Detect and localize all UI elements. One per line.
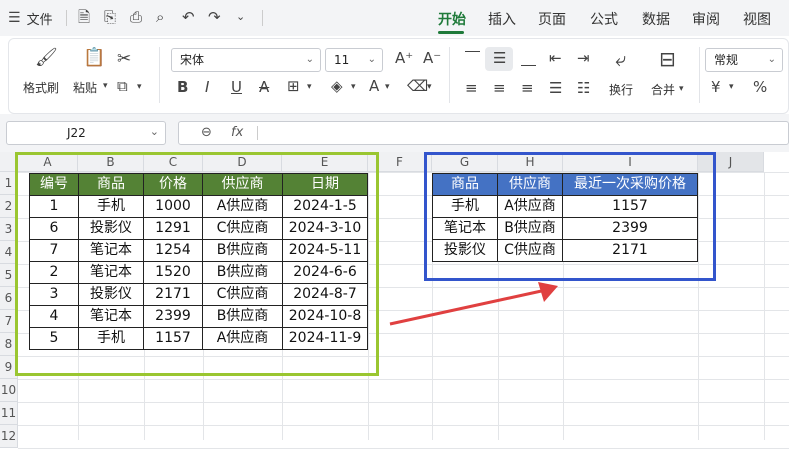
red-arrow bbox=[389, 282, 558, 326]
chevron-down-icon: ▾ bbox=[103, 81, 108, 91]
increase-font-icon[interactable]: A⁺ bbox=[395, 51, 413, 66]
clear-format-icon[interactable]: ⌫ bbox=[407, 79, 428, 94]
chevron-down-icon: ▾ bbox=[679, 84, 684, 94]
file-menu-button[interactable]: ☰ 文件 bbox=[8, 8, 53, 28]
tab-formulas[interactable]: 公式 bbox=[590, 9, 618, 29]
chevron-down-icon[interactable]: ▾ bbox=[385, 83, 390, 92]
wrap-text-icon: ⤶ bbox=[615, 47, 627, 71]
font-name-select[interactable]: 宋体 ⌄ bbox=[171, 48, 321, 72]
save-icon[interactable]: 🗎 bbox=[78, 10, 90, 25]
undo-icon[interactable]: ↶ bbox=[182, 10, 195, 25]
fill-color-icon[interactable]: ◈ bbox=[331, 79, 343, 94]
ribbon-toolbar: 🖌 格式刷 📋 粘贴 ▾ ✂ ⧉ ▾ 宋体 ⌄ 11 ⌄ A⁺ A⁻ B I U… bbox=[8, 38, 789, 114]
row-header-12[interactable]: 12 bbox=[0, 425, 18, 448]
percent-icon[interactable]: % bbox=[753, 80, 767, 95]
file-menu-label: 文件 bbox=[26, 12, 53, 28]
cut-icon[interactable]: ✂ bbox=[117, 51, 131, 68]
chevron-down-icon: ⌄ bbox=[305, 54, 314, 65]
strikethrough-icon[interactable]: A bbox=[259, 80, 269, 95]
tab-data[interactable]: 数据 bbox=[642, 9, 670, 29]
fx-icon[interactable]: fx bbox=[231, 125, 243, 140]
highlight-frame-green bbox=[15, 152, 379, 376]
tab-review[interactable]: 审阅 bbox=[692, 9, 720, 29]
row-header-11[interactable]: 11 bbox=[0, 402, 18, 425]
paste-button[interactable]: 📋 粘贴 ▾ bbox=[71, 45, 115, 103]
wrap-text-label: 换行 bbox=[609, 83, 634, 97]
highlight-frame-blue bbox=[424, 152, 716, 281]
distributed-align-icon[interactable]: ☷ bbox=[577, 81, 590, 96]
chevron-down-icon[interactable]: ▾ bbox=[427, 83, 432, 92]
brush-icon: 🖌 bbox=[35, 47, 58, 68]
number-format-select[interactable]: 常规 ⌄ bbox=[705, 48, 783, 72]
italic-icon[interactable]: I bbox=[205, 80, 209, 95]
chevron-down-icon: ⌄ bbox=[367, 54, 376, 65]
underline-icon[interactable]: U bbox=[231, 80, 242, 95]
tab-view[interactable]: 视图 bbox=[743, 9, 771, 29]
divider bbox=[159, 47, 160, 103]
formula-bar: J22 ⌄ ⊖ fx bbox=[0, 114, 789, 152]
merge-cells-label: 合并 bbox=[651, 83, 676, 97]
divider bbox=[449, 47, 450, 103]
format-painter-label: 格式刷 bbox=[23, 81, 60, 95]
align-top-icon[interactable]: ⎺ bbox=[465, 51, 480, 66]
tab-home[interactable]: 开始 bbox=[438, 9, 466, 29]
chevron-down-icon[interactable]: ▾ bbox=[307, 83, 312, 92]
clipboard-icon: 📋 bbox=[83, 47, 106, 68]
tab-page[interactable]: 页面 bbox=[538, 9, 566, 29]
print-preview-icon[interactable]: ⌕ bbox=[156, 10, 164, 25]
row-header-10[interactable]: 10 bbox=[0, 379, 18, 402]
tab-insert[interactable]: 插入 bbox=[488, 9, 516, 29]
grid-line bbox=[18, 379, 789, 380]
align-left-icon[interactable]: ≡ bbox=[465, 81, 478, 96]
divider bbox=[262, 10, 263, 26]
copy-icon[interactable]: ⧉ bbox=[117, 79, 128, 94]
indent-increase-icon[interactable]: ⇥ bbox=[577, 51, 590, 66]
export-pdf-icon[interactable]: ⎘ bbox=[104, 10, 116, 25]
merge-cells-icon: ⊟ bbox=[659, 47, 676, 71]
name-box[interactable]: J22 ⌄ bbox=[6, 121, 166, 145]
zoom-icon[interactable]: ⊖ bbox=[201, 125, 212, 140]
align-bottom-icon[interactable]: ⎽ bbox=[521, 51, 536, 66]
decrease-font-icon[interactable]: A⁻ bbox=[423, 51, 441, 66]
redo-icon[interactable]: ↷ bbox=[208, 10, 221, 25]
chevron-down-icon: ⌄ bbox=[767, 54, 776, 65]
align-center-icon[interactable]: ≡ bbox=[493, 81, 506, 96]
number-format-value: 常规 bbox=[714, 53, 739, 67]
chevron-down-icon[interactable]: ▾ bbox=[351, 83, 356, 92]
grid-line bbox=[764, 172, 765, 440]
divider bbox=[699, 47, 700, 103]
arrow-head bbox=[538, 282, 558, 302]
grid-line bbox=[18, 402, 789, 403]
paste-label: 粘贴 bbox=[73, 81, 98, 95]
chevron-down-icon[interactable]: ▾ bbox=[729, 83, 734, 92]
font-name-value: 宋体 bbox=[180, 53, 205, 67]
formula-input[interactable]: ⊖ fx bbox=[178, 121, 789, 145]
font-size-value: 11 bbox=[334, 53, 350, 67]
active-tab-indicator bbox=[438, 31, 464, 34]
divider bbox=[257, 126, 258, 140]
indent-decrease-icon[interactable]: ⇤ bbox=[549, 51, 562, 66]
border-icon[interactable]: ⊞ bbox=[287, 79, 300, 94]
bold-icon[interactable]: B bbox=[177, 80, 188, 95]
arrow-shaft bbox=[389, 288, 547, 326]
print-icon[interactable]: ⎙ bbox=[130, 10, 142, 25]
chevron-down-icon[interactable]: ⌄ bbox=[236, 11, 245, 22]
currency-icon[interactable]: ¥ bbox=[711, 80, 721, 95]
divider bbox=[66, 10, 67, 26]
align-middle-icon: ☰ bbox=[493, 49, 507, 67]
chevron-down-icon[interactable]: ▾ bbox=[137, 83, 142, 92]
wrap-text-button[interactable]: ⤶ 换行 bbox=[605, 45, 645, 103]
font-color-icon[interactable]: A bbox=[369, 79, 379, 94]
name-box-value: J22 bbox=[67, 126, 86, 140]
font-size-select[interactable]: 11 ⌄ bbox=[325, 48, 383, 72]
merge-cells-button[interactable]: ⊟ 合并 ▾ bbox=[647, 45, 697, 103]
chevron-down-icon: ⌄ bbox=[149, 125, 159, 138]
justify-icon[interactable]: ☰ bbox=[549, 81, 562, 96]
format-painter-button[interactable]: 🖌 格式刷 bbox=[21, 45, 65, 103]
align-middle-button[interactable]: ☰ bbox=[485, 47, 513, 71]
top-menu-bar: ☰ 文件 🗎 ⎘ ⎙ ⌕ ↶ ↷ ⌄ 开始 插入 页面 公式 数据 审阅 视图 bbox=[0, 0, 789, 36]
align-right-icon[interactable]: ≡ bbox=[521, 81, 534, 96]
menu-icon: ☰ bbox=[8, 10, 21, 26]
grid-line bbox=[18, 425, 789, 426]
